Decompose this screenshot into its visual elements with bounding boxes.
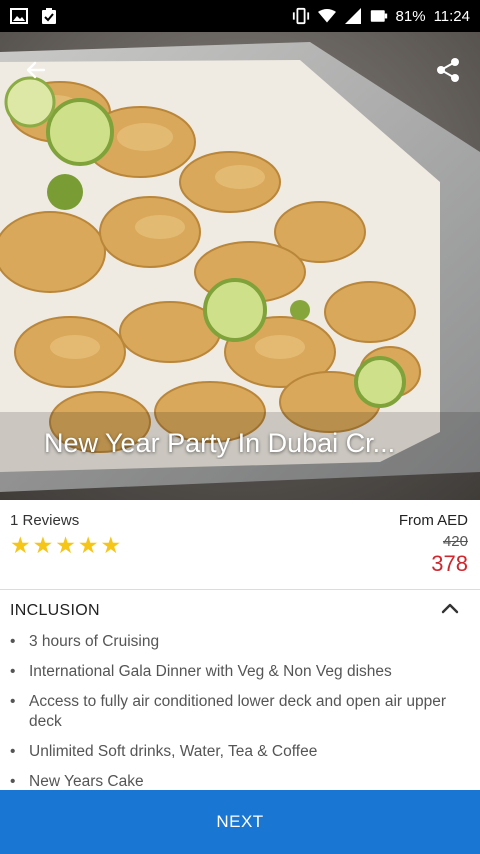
price-from-label: From AED [398,512,468,529]
vibrate-icon [292,7,310,25]
clipboard-check-icon [40,7,58,25]
star-icon: ★ [100,532,122,558]
price-block: From AED 420 378 [399,512,468,577]
current-price: 378 [431,551,468,576]
list-item: International Gala Dinner with Veg & Non… [10,662,460,682]
next-button[interactable]: NEXT [0,790,480,854]
arrow-left-icon [24,58,48,87]
star-icon: ★ [32,532,54,558]
list-item: Unlimited Soft drinks, Water, Tea & Coff… [10,742,460,762]
share-button[interactable] [430,54,466,90]
inclusion-list: 3 hours of Cruising International Gala D… [10,632,460,802]
list-item: New Years Cake [10,772,460,792]
wifi-icon [317,7,336,25]
image-icon [10,7,28,25]
star-rating: ★ ★ ★ ★ ★ [10,534,121,557]
inclusion-header[interactable]: INCLUSION [10,602,100,620]
star-icon: ★ [55,532,76,558]
clock: 11:24 [433,7,470,25]
battery-percent: 81% [395,7,426,25]
back-button[interactable] [18,54,54,90]
tour-title: New Year Party In Dubai Cr... [44,428,396,458]
reviews-price-row: 1 Reviews ★ ★ ★ ★ ★ From AED 420 378 [0,500,480,590]
status-bar: 81% 11:24 [0,0,480,32]
inclusion-section: INCLUSION 3 hours of Cruising Internatio… [0,590,480,792]
list-item: Access to fully air conditioned lower de… [10,692,460,732]
star-icon: ★ [10,532,31,558]
collapse-toggle[interactable] [438,600,462,620]
hero-image: New Year Party In Dubai Cr... [0,32,480,500]
original-price: 420 [442,533,468,550]
star-icon: ★ [77,532,99,558]
chevron-up-icon [441,601,459,619]
battery-icon [370,7,388,25]
list-item: 3 hours of Cruising [10,632,460,652]
signal-icon [344,7,362,25]
share-icon [435,57,461,88]
review-count[interactable]: 1 Reviews [10,512,79,529]
